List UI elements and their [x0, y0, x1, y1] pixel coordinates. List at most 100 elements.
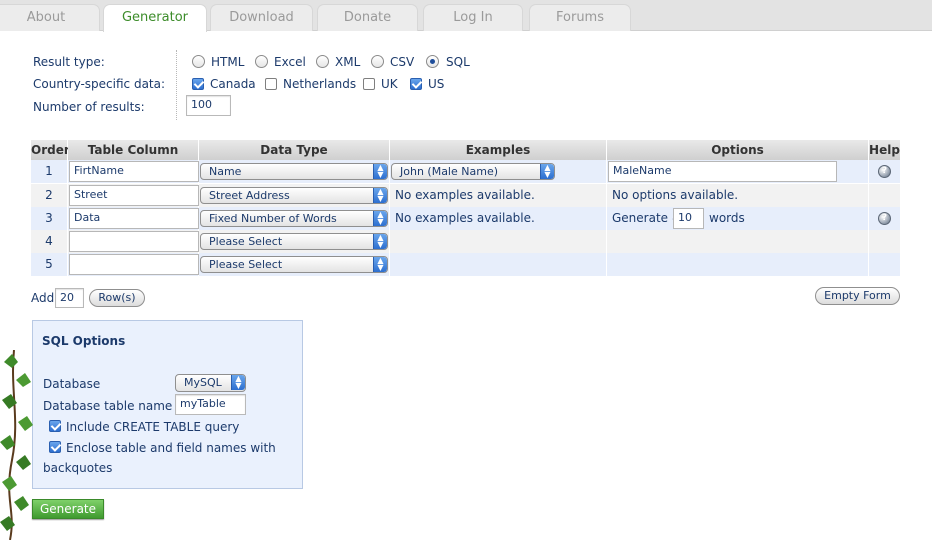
data-type-select[interactable]: Please Select ▲ ▼: [200, 233, 388, 250]
num-results-label: Number of results:: [33, 100, 145, 114]
word-count-input[interactable]: 10: [673, 208, 704, 229]
table-name-input[interactable]: myTable: [175, 394, 246, 415]
options-input[interactable]: MaleName: [608, 161, 837, 182]
result-type-html-radio[interactable]: [192, 55, 205, 68]
country-uk-label: UK: [381, 77, 398, 91]
help-cell: [869, 253, 901, 276]
options-cell: No options available.: [607, 184, 869, 207]
country-canada-checkbox[interactable]: [192, 78, 204, 90]
data-type-value: Fixed Number of Words: [209, 212, 337, 225]
result-type-csv-radio[interactable]: [371, 55, 384, 68]
data-type-select[interactable]: Name ▲ ▼: [200, 163, 388, 180]
tab-forums[interactable]: Forums: [529, 4, 631, 31]
include-create-table-checkbox[interactable]: [49, 420, 61, 432]
options-text: No options available.: [612, 188, 739, 202]
result-type-excel-radio[interactable]: [255, 55, 268, 68]
enclose-backquotes-checkbox[interactable]: [49, 441, 61, 453]
header-examples: Examples: [390, 140, 607, 160]
result-type-html-label: HTML: [211, 55, 245, 69]
examples-cell: [390, 253, 607, 276]
enclose-backquotes-label: Enclose table and field names with: [66, 441, 276, 455]
data-type-cell: Please Select ▲ ▼: [199, 230, 390, 253]
table-row: 1 FirtName Name ▲ ▼ John (Male Name) ▲ ▼ M…: [31, 160, 901, 183]
database-label: Database: [43, 377, 101, 391]
data-type-cell: Please Select ▲ ▼: [199, 253, 390, 276]
tab-donate[interactable]: Donate: [317, 4, 418, 31]
select-arrows-icon: ▲ ▼: [540, 164, 554, 179]
data-type-select[interactable]: Fixed Number of Words ▲ ▼: [200, 210, 388, 227]
help-icon[interactable]: ?: [878, 212, 891, 225]
data-type-select[interactable]: Please Select ▲ ▼: [200, 256, 388, 273]
table-column-input[interactable]: [69, 254, 199, 275]
sql-options-panel: SQL Options Database MySQL ▲ ▼ Database t…: [32, 320, 303, 489]
country-netherlands-checkbox[interactable]: [265, 78, 277, 90]
options-cell: [607, 253, 869, 276]
header-table-column: Table Column: [68, 140, 199, 160]
table-name-label: Database table name: [43, 399, 173, 413]
header-data-type: Data Type: [199, 140, 390, 160]
examples-value: John (Male Name): [400, 165, 499, 178]
options-cell: [607, 230, 869, 253]
add-rows-count-input[interactable]: 20: [55, 288, 84, 308]
select-arrows-icon: ▲ ▼: [373, 257, 387, 272]
country-us-checkbox[interactable]: [410, 78, 422, 90]
help-cell: [869, 184, 901, 207]
country-us-label: US: [428, 77, 445, 91]
empty-form-button[interactable]: Empty Form: [815, 287, 900, 305]
row-order: 3: [31, 207, 68, 230]
row-order: 5: [31, 253, 68, 276]
select-arrows-icon: ▲ ▼: [373, 234, 387, 249]
examples-cell: John (Male Name) ▲ ▼: [390, 160, 607, 183]
result-type-xml-label: XML: [335, 55, 361, 69]
column-cell: [68, 230, 199, 253]
tab-generator[interactable]: Generator: [103, 4, 207, 32]
num-results-input[interactable]: 100: [186, 95, 231, 116]
country-canada-label: Canada: [210, 77, 256, 91]
data-type-value: Please Select: [209, 235, 283, 248]
header-help: Help: [869, 140, 901, 160]
database-select[interactable]: MySQL ▲ ▼: [175, 374, 246, 392]
header-options: Options: [607, 140, 869, 160]
result-type-label: Result type:: [33, 55, 105, 69]
data-type-value: Name: [209, 165, 242, 178]
table-row: 5 Please Select ▲ ▼: [31, 253, 901, 276]
examples-text: No examples available.: [395, 188, 535, 202]
result-type-csv-label: CSV: [390, 55, 415, 69]
examples-cell: [390, 230, 607, 253]
table-column-input[interactable]: Street: [69, 185, 199, 206]
options-cell: MaleName: [607, 160, 869, 183]
select-arrows-icon: ▲ ▼: [373, 188, 387, 203]
data-type-cell: Fixed Number of Words ▲ ▼: [199, 207, 390, 230]
result-type-sql-label: SQL: [446, 55, 470, 69]
select-arrows-icon: ▲ ▼: [373, 211, 387, 226]
examples-text: No examples available.: [395, 211, 535, 225]
row-order: 1: [31, 160, 68, 183]
data-type-cell: Street Address ▲ ▼: [199, 184, 390, 207]
result-type-excel-label: Excel: [274, 55, 306, 69]
result-type-sql-radio[interactable]: [426, 55, 439, 68]
result-type-xml-radio[interactable]: [316, 55, 329, 68]
generate-button[interactable]: Generate: [32, 499, 104, 519]
options-suffix: words: [709, 211, 745, 225]
options-cell: Generate # 10 words: [607, 207, 869, 230]
data-type-select[interactable]: Street Address ▲ ▼: [200, 187, 388, 204]
table-column-input[interactable]: FirtName: [69, 161, 199, 182]
country-uk-checkbox[interactable]: [363, 78, 375, 90]
examples-cell: No examples available.: [390, 184, 607, 207]
help-cell: ?: [869, 207, 901, 230]
table-column-input[interactable]: Data: [69, 208, 199, 229]
tab-log-in[interactable]: Log In: [423, 4, 523, 31]
enclose-backquotes-label-cont: backquotes: [43, 461, 113, 475]
examples-select[interactable]: John (Male Name) ▲ ▼: [391, 163, 555, 180]
select-arrows-icon: ▲ ▼: [231, 375, 245, 390]
column-cell: Street: [68, 184, 199, 207]
table-column-input[interactable]: [69, 231, 199, 252]
include-create-table-label: Include CREATE TABLE query: [66, 420, 240, 434]
add-rows-button[interactable]: Row(s): [89, 289, 145, 307]
tab-about[interactable]: About: [0, 4, 100, 31]
tab-download[interactable]: Download: [210, 4, 313, 31]
column-cell: FirtName: [68, 160, 199, 183]
ivy-decoration-icon: [0, 350, 33, 540]
help-icon[interactable]: ?: [878, 165, 891, 178]
data-type-value: Street Address: [209, 189, 290, 202]
